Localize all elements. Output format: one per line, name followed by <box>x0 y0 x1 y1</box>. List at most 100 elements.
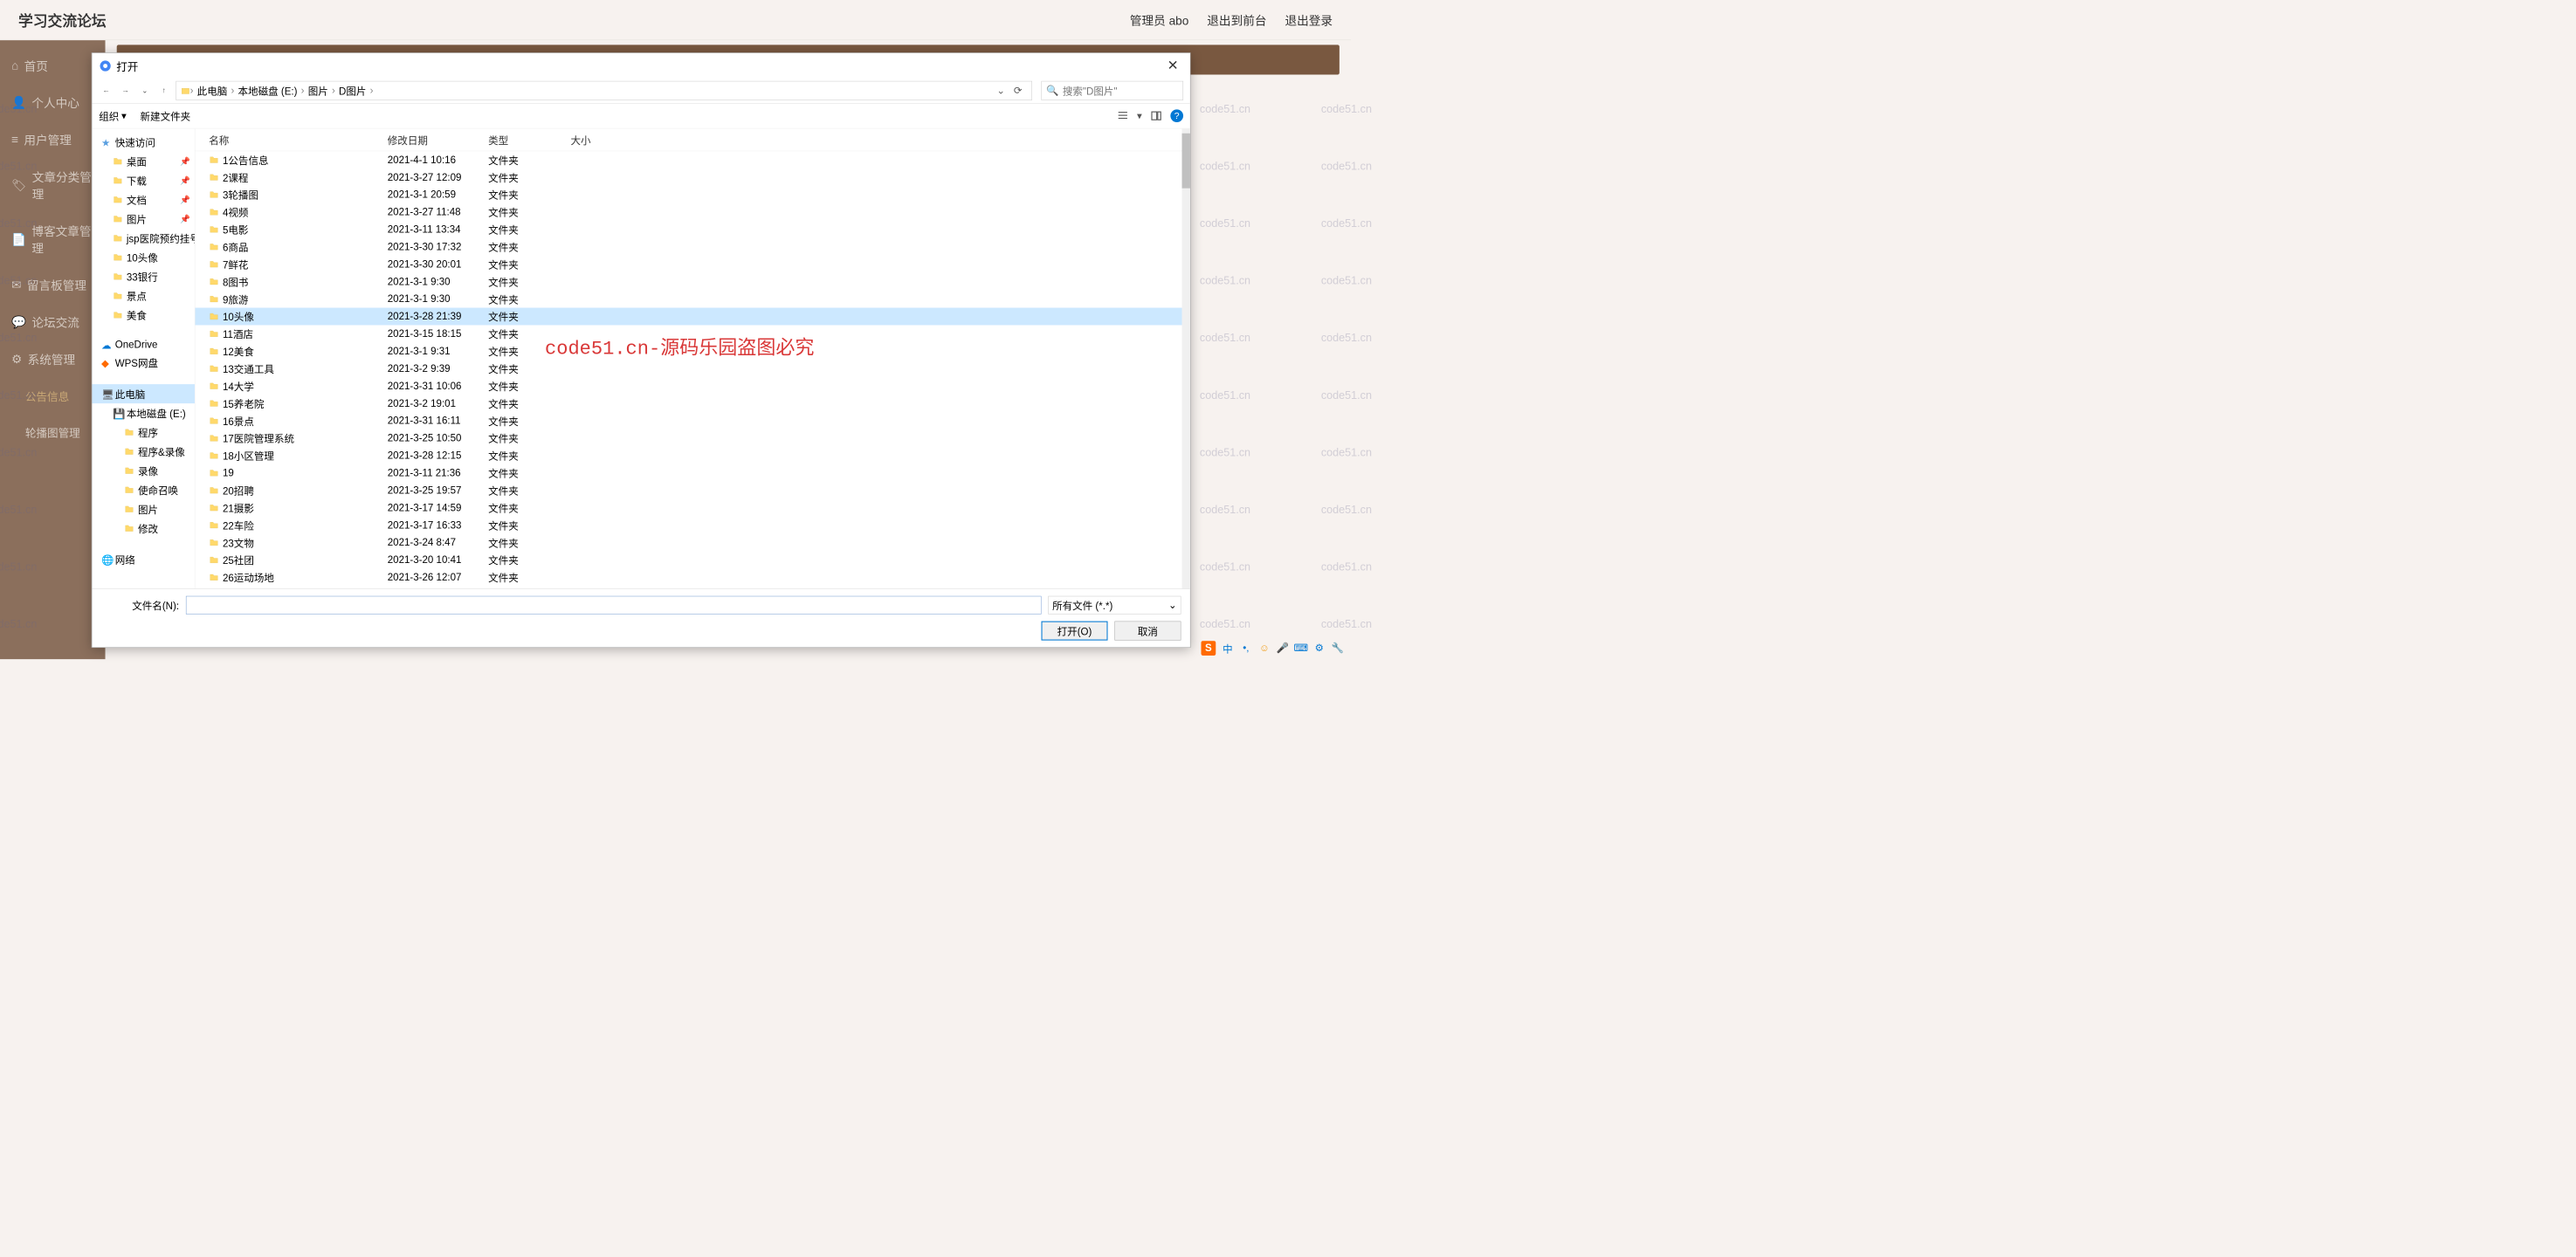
tree-item[interactable]: 💾本地磁盘 (E:) <box>92 403 194 422</box>
file-row[interactable]: 7鲜花2021-3-30 20:01文件夹 <box>195 256 1190 273</box>
ime-settings-icon[interactable]: ⚙ <box>1312 642 1326 655</box>
tree-item[interactable]: 程序&录像 <box>92 442 194 461</box>
tree-item[interactable]: 使命召唤 <box>92 480 194 499</box>
refresh-icon[interactable]: ⟳ <box>1009 85 1027 97</box>
tree-item[interactable]: 修改 <box>92 519 194 538</box>
history-dropdown[interactable]: ⌄ <box>137 83 152 98</box>
view-dropdown-icon[interactable]: ▾ <box>1137 110 1142 122</box>
breadcrumb-dropdown[interactable]: ⌄ <box>993 85 1009 97</box>
sidebar-sub-0[interactable]: 公告信息 <box>0 378 106 414</box>
logout-link[interactable]: 退出登录 <box>1285 11 1333 28</box>
file-row[interactable]: 9旅游2021-3-1 9:30文件夹 <box>195 290 1190 307</box>
filename-input[interactable] <box>186 596 1042 615</box>
col-date[interactable]: 修改日期 <box>382 133 483 148</box>
sidebar-item-5[interactable]: ✉留言板管理 <box>0 266 106 303</box>
sidebar-item-2[interactable]: ≡用户管理 <box>0 121 106 158</box>
tree-item[interactable]: 图片📌 <box>92 210 194 229</box>
tree-item[interactable]: 录像 <box>92 461 194 480</box>
ime-voice-icon[interactable]: 🎤 <box>1277 642 1290 655</box>
col-size[interactable]: 大小 <box>566 133 621 148</box>
folder-icon <box>209 259 219 270</box>
tree-item[interactable]: ★快速访问 <box>92 133 194 152</box>
organize-menu[interactable]: 组织 ▾ <box>99 108 126 123</box>
tree-item[interactable]: 美食 <box>92 306 194 325</box>
sidebar-item-6[interactable]: 💬论坛交流 <box>0 304 106 340</box>
tree-item[interactable]: 下载📌 <box>92 171 194 190</box>
tree-item[interactable]: 🌐网络 <box>92 550 194 569</box>
sidebar-item-1[interactable]: 👤个人中心 <box>0 84 106 120</box>
chevron-right-icon: › <box>370 85 374 97</box>
breadcrumb-seg-2[interactable]: 图片 <box>304 83 331 98</box>
open-button[interactable]: 打开(O) <box>1041 622 1107 641</box>
tree-item[interactable]: 图片 <box>92 499 194 519</box>
col-type[interactable]: 类型 <box>484 133 566 148</box>
tree-item[interactable]: ◆WPS网盘 <box>92 353 194 372</box>
file-row[interactable]: 2课程2021-3-27 12:09文件夹 <box>195 168 1190 186</box>
cancel-button[interactable]: 取消 <box>1114 622 1181 641</box>
ime-tool-icon[interactable]: 🔧 <box>1331 642 1344 655</box>
search-input[interactable]: 🔍 搜索"D图片" <box>1041 81 1183 100</box>
file-row[interactable]: 4视频2021-3-27 11:48文件夹 <box>195 203 1190 221</box>
file-row[interactable]: 25社团2021-3-20 10:41文件夹 <box>195 551 1190 568</box>
tree-item[interactable]: 程序 <box>92 422 194 442</box>
file-row[interactable]: 17医院管理系统2021-3-25 10:50文件夹 <box>195 429 1190 447</box>
col-name[interactable]: 名称 <box>195 133 382 148</box>
filename-label: 文件名(N): <box>101 598 179 613</box>
file-row[interactable]: 14大学2021-3-31 10:06文件夹 <box>195 377 1190 395</box>
file-row[interactable]: 16景点2021-3-31 16:11文件夹 <box>195 412 1190 429</box>
tree-item[interactable]: 桌面📌 <box>92 152 194 171</box>
file-row[interactable]: 192021-3-11 21:36文件夹 <box>195 464 1190 482</box>
tree-item[interactable]: 🖥此电脑 <box>92 384 194 403</box>
ime-icon[interactable]: S <box>1202 641 1216 656</box>
file-row[interactable]: 1公告信息2021-4-1 10:16文件夹 <box>195 151 1190 168</box>
tree-item-label: 图片 <box>138 502 158 517</box>
file-row[interactable]: 13交通工具2021-3-2 9:39文件夹 <box>195 360 1190 377</box>
file-row[interactable]: 20招聘2021-3-25 19:57文件夹 <box>195 482 1190 499</box>
file-row[interactable]: 5电影2021-3-11 13:34文件夹 <box>195 221 1190 238</box>
ime-punct-icon[interactable]: •, <box>1240 642 1253 655</box>
sidebar-sub-1[interactable]: 轮播图管理 <box>0 414 106 450</box>
new-folder-button[interactable]: 新建文件夹 <box>140 108 190 123</box>
tree-item[interactable]: 33银行 <box>92 267 194 286</box>
sidebar-item-0[interactable]: ⌂首页 <box>0 47 106 84</box>
file-row[interactable]: 3轮播图2021-3-1 20:59文件夹 <box>195 186 1190 203</box>
breadcrumb-seg-0[interactable]: 此电脑 <box>193 83 231 98</box>
breadcrumb-seg-1[interactable]: 本地磁盘 (E:) <box>234 83 300 98</box>
sidebar-item-3[interactable]: 🏷文章分类管理 <box>0 158 106 212</box>
back-button[interactable]: ← <box>99 83 114 98</box>
scrollbar[interactable] <box>1181 128 1189 588</box>
tree-item[interactable]: ☁OneDrive <box>92 336 194 353</box>
admin-label[interactable]: 管理员 abo <box>1130 11 1188 28</box>
view-details-icon[interactable] <box>1117 110 1129 122</box>
breadcrumb-seg-3[interactable]: D图片 <box>335 83 370 98</box>
ime-lang-icon[interactable]: 中 <box>1222 642 1235 655</box>
scrollbar-thumb[interactable] <box>1181 134 1189 189</box>
tree-item[interactable]: jsp医院预约挂号 <box>92 229 194 248</box>
breadcrumb[interactable]: ›此电脑›本地磁盘 (E:)›图片›D图片›⌄⟳ <box>176 81 1032 100</box>
sidebar-item-4[interactable]: 📄博客文章管理 <box>0 212 106 266</box>
exit-front-link[interactable]: 退出到前台 <box>1207 11 1266 28</box>
filetype-select[interactable]: 所有文件 (*.*)⌄ <box>1048 596 1181 615</box>
file-row[interactable]: 22车险2021-3-17 16:33文件夹 <box>195 517 1190 534</box>
tree-item-label: OneDrive <box>115 339 158 351</box>
close-icon[interactable]: ✕ <box>1162 58 1183 73</box>
file-row[interactable]: 10头像2021-3-28 21:39文件夹 <box>195 307 1190 325</box>
ime-keyboard-icon[interactable]: ⌨ <box>1294 642 1307 655</box>
file-row[interactable]: 23文物2021-3-24 8:47文件夹 <box>195 533 1190 551</box>
tree-item[interactable]: 10头像 <box>92 248 194 267</box>
forward-button[interactable]: → <box>118 83 133 98</box>
preview-pane-icon[interactable] <box>1150 110 1162 122</box>
up-button[interactable]: ↑ <box>156 83 171 98</box>
file-row[interactable]: 27会议室2021-3-29 16:33文件夹 <box>195 586 1190 588</box>
file-row[interactable]: 15养老院2021-3-2 19:01文件夹 <box>195 395 1190 412</box>
tree-item[interactable]: 景点 <box>92 286 194 306</box>
help-icon[interactable]: ? <box>1170 109 1183 122</box>
sidebar-item-7[interactable]: ⚙系统管理 <box>0 340 106 377</box>
file-row[interactable]: 18小区管理2021-3-28 12:15文件夹 <box>195 447 1190 464</box>
ime-emoji-icon[interactable]: ☺ <box>1258 642 1271 655</box>
file-row[interactable]: 21摄影2021-3-17 14:59文件夹 <box>195 499 1190 517</box>
file-row[interactable]: 6商品2021-3-30 17:32文件夹 <box>195 238 1190 256</box>
file-row[interactable]: 8图书2021-3-1 9:30文件夹 <box>195 273 1190 291</box>
tree-item[interactable]: 文档📌 <box>92 190 194 210</box>
file-row[interactable]: 26运动场地2021-3-26 12:07文件夹 <box>195 568 1190 586</box>
